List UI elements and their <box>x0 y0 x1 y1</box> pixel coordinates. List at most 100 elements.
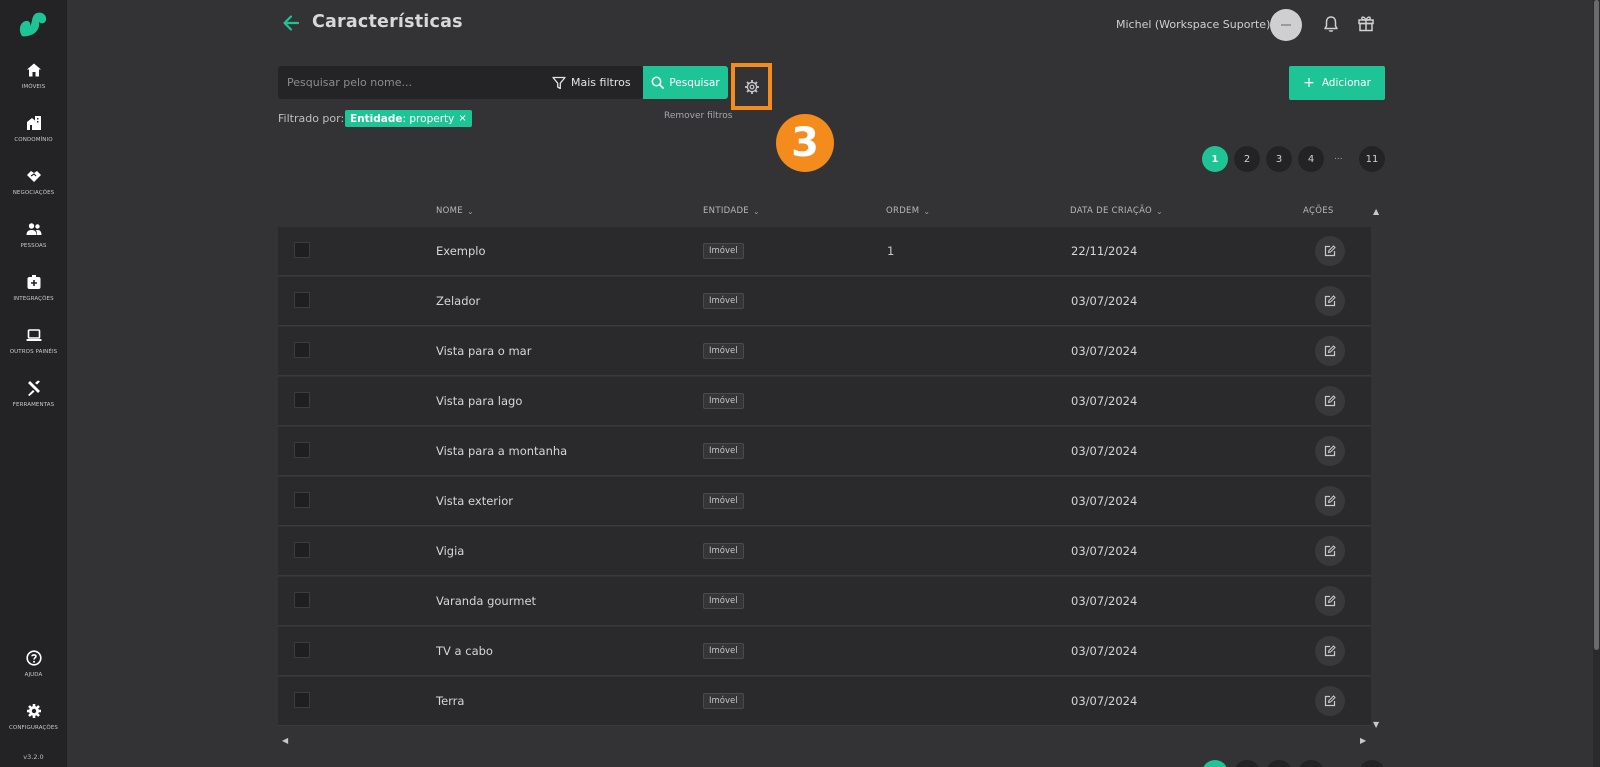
cell-name: Vista para lago <box>436 394 523 408</box>
user-name[interactable]: Michel (Workspace Suporte) <box>1116 18 1270 31</box>
edit-button[interactable] <box>1315 586 1345 616</box>
cell-date: 03/07/2024 <box>1071 544 1138 558</box>
cell-date: 03/07/2024 <box>1071 344 1138 358</box>
edit-icon <box>1324 245 1336 257</box>
building-icon <box>26 116 41 130</box>
page-button-1[interactable] <box>1202 760 1228 767</box>
gear-icon <box>26 704 41 718</box>
table-row[interactable]: Varanda gourmet Imóvel 03/07/2024 <box>278 577 1371 626</box>
page-button-2[interactable] <box>1234 760 1260 767</box>
page-button-2[interactable]: 2 <box>1234 146 1260 172</box>
row-checkbox[interactable] <box>294 692 310 708</box>
edit-button[interactable] <box>1315 486 1345 516</box>
sidebar-item-ferramentas[interactable]: FERRAMENTAS <box>0 380 67 430</box>
table-row[interactable]: Zelador Imóvel 03/07/2024 <box>278 277 1371 326</box>
add-button-label: Adicionar <box>1321 77 1371 89</box>
page-button-4[interactable]: 4 <box>1298 146 1324 172</box>
scroll-right-arrow-icon[interactable]: ▶ <box>1360 736 1366 745</box>
cell-name: Vigia <box>436 544 465 558</box>
search-button-label: Pesquisar <box>669 76 720 89</box>
page-button-1[interactable]: 1 <box>1202 146 1228 172</box>
bell-icon[interactable] <box>1322 15 1340 33</box>
scroll-up-arrow-icon[interactable]: ▲ <box>1373 207 1379 216</box>
cell-date: 03/07/2024 <box>1071 644 1138 658</box>
page-button-4[interactable] <box>1298 760 1324 767</box>
row-checkbox[interactable] <box>294 492 310 508</box>
sidebar-item-outros-paineis[interactable]: OUTROS PAINÉIS <box>0 327 67 377</box>
column-header-acoes: AÇÕES <box>1303 206 1334 216</box>
filter-chip-entidade[interactable]: Entidade : property × <box>345 110 472 127</box>
help-icon <box>25 650 42 666</box>
sidebar-item-condominio[interactable]: CONDOMÍNIO <box>0 115 67 165</box>
table-row[interactable]: Vista para o mar Imóvel 03/07/2024 <box>278 327 1371 376</box>
edit-icon <box>1324 545 1336 557</box>
edit-button[interactable] <box>1315 236 1345 266</box>
edit-button[interactable] <box>1315 686 1345 716</box>
gift-icon[interactable] <box>1357 14 1375 32</box>
edit-icon <box>1324 645 1336 657</box>
close-icon[interactable]: × <box>458 113 466 124</box>
logo <box>19 12 47 37</box>
entity-badge: Imóvel <box>703 293 744 309</box>
cell-date: 03/07/2024 <box>1071 694 1138 708</box>
chevron-down-icon: ⌄ <box>1156 206 1164 216</box>
table-row[interactable]: Terra Imóvel 03/07/2024 <box>278 677 1371 726</box>
table-row[interactable]: TV a cabo Imóvel 03/07/2024 <box>278 627 1371 676</box>
sidebar-item-label: PESSOAS <box>20 243 47 249</box>
row-checkbox[interactable] <box>294 542 310 558</box>
sidebar-item-ajuda[interactable]: AJUDA <box>0 650 67 700</box>
row-checkbox[interactable] <box>294 642 310 658</box>
edit-button[interactable] <box>1315 536 1345 566</box>
table-row[interactable]: Vista para lago Imóvel 03/07/2024 <box>278 377 1371 426</box>
column-header-entidade[interactable]: ENTIDADE ⌄ <box>703 206 760 216</box>
back-arrow-icon[interactable] <box>281 13 301 33</box>
scroll-down-arrow-icon[interactable]: ▼ <box>1373 720 1379 729</box>
table-row[interactable]: Vista para a montanha Imóvel 03/07/2024 <box>278 427 1371 476</box>
page-title: Características <box>312 12 463 32</box>
scroll-left-arrow-icon[interactable]: ◀ <box>282 736 288 745</box>
edit-button[interactable] <box>1315 336 1345 366</box>
column-header-nome[interactable]: NOME ⌄ <box>436 206 474 216</box>
page-button-3[interactable] <box>1266 760 1292 767</box>
search-button[interactable]: Pesquisar <box>643 66 728 99</box>
edit-button[interactable] <box>1315 386 1345 416</box>
remove-filters-link[interactable]: Remover filtros <box>664 111 732 121</box>
more-filters-button[interactable]: Mais filtros <box>552 66 631 99</box>
sidebar-item-negociacoes[interactable]: NEGOCIAÇÕES <box>0 168 67 218</box>
sidebar-item-pessoas[interactable]: PESSOAS <box>0 221 67 271</box>
column-header-data-criacao[interactable]: DATA DE CRIAÇÃO ⌄ <box>1070 206 1163 216</box>
edit-button[interactable] <box>1315 436 1345 466</box>
cell-date: 03/07/2024 <box>1071 394 1138 408</box>
edit-button[interactable] <box>1315 636 1345 666</box>
table-row[interactable]: Vigia Imóvel 03/07/2024 <box>278 527 1371 576</box>
sidebar-item-configuracoes[interactable]: CONFIGURAÇÕES <box>0 703 67 753</box>
edit-button[interactable] <box>1315 286 1345 316</box>
row-checkbox[interactable] <box>294 592 310 608</box>
sidebar-item-label: FERRAMENTAS <box>12 402 55 408</box>
page-button-3[interactable]: 3 <box>1266 146 1292 172</box>
search-input[interactable] <box>278 66 548 99</box>
settings-button[interactable] <box>731 63 772 110</box>
add-button[interactable]: + Adicionar <box>1289 66 1385 100</box>
sidebar-item-label: NEGOCIAÇÕES <box>12 190 55 196</box>
entity-badge: Imóvel <box>703 593 744 609</box>
column-header-label: NOME <box>436 206 463 216</box>
scrollbar-thumb[interactable] <box>1594 0 1599 650</box>
row-checkbox[interactable] <box>294 442 310 458</box>
table-row[interactable]: Exemplo Imóvel 1 22/11/2024 <box>278 227 1371 276</box>
row-checkbox[interactable] <box>294 292 310 308</box>
edit-icon <box>1324 395 1336 407</box>
row-checkbox[interactable] <box>294 242 310 258</box>
more-filters-label: Mais filtros <box>571 76 631 89</box>
table-row[interactable]: Vista exterior Imóvel 03/07/2024 <box>278 477 1371 526</box>
row-checkbox[interactable] <box>294 392 310 408</box>
sidebar-item-imoveis[interactable]: IMÓVEIS <box>0 62 67 112</box>
page-button-last[interactable]: 11 <box>1359 146 1385 172</box>
page-button-last[interactable] <box>1359 760 1385 767</box>
column-header-ordem[interactable]: ORDEM ⌄ <box>886 206 930 216</box>
row-checkbox[interactable] <box>294 342 310 358</box>
column-header-label: DATA DE CRIAÇÃO <box>1070 206 1153 216</box>
sidebar-item-integracoes[interactable]: INTEGRAÇÕES <box>0 274 67 324</box>
filtered-by-label: Filtrado por: <box>278 112 345 125</box>
avatar[interactable] <box>1270 9 1302 41</box>
